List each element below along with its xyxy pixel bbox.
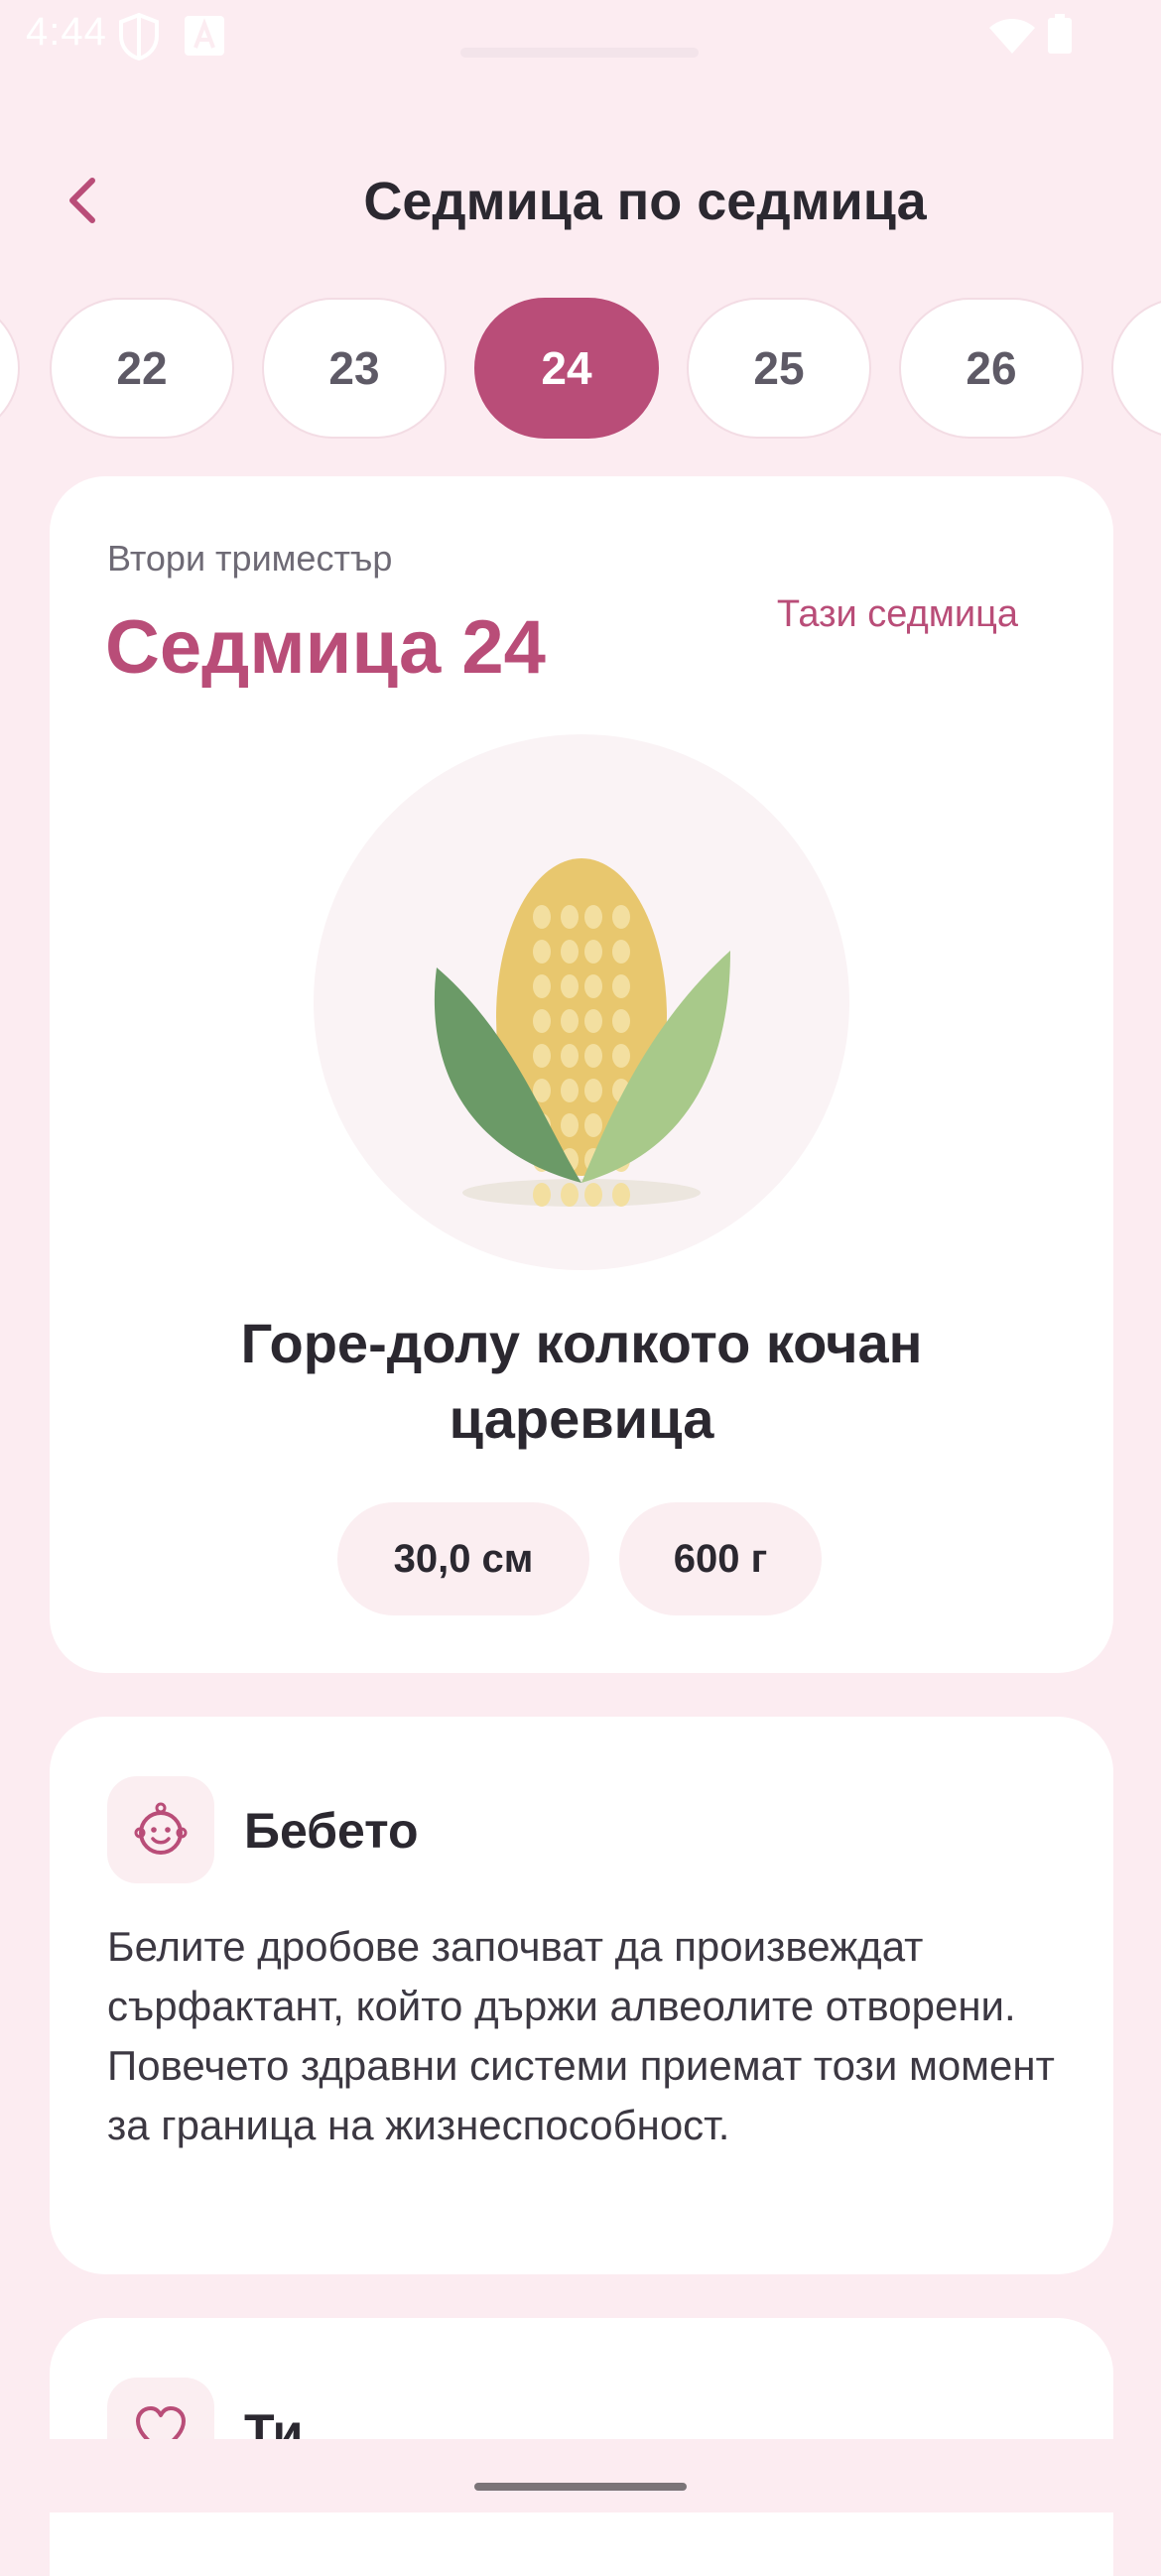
size-comparison-line: Горе-долу колкото кочан [240, 1312, 923, 1374]
navigation-bar [0, 2439, 1161, 2512]
corn-kernel [612, 974, 630, 998]
chevron-left-icon [69, 178, 95, 223]
corn-kernel [561, 905, 579, 929]
fruit-illustration-circle [314, 734, 849, 1270]
wifi-icon [989, 19, 1035, 54]
corn-kernel [561, 1183, 579, 1207]
back-button[interactable] [50, 163, 115, 238]
corn-kernel [561, 1079, 579, 1102]
corn-kernel [561, 974, 579, 998]
corn-kernel [612, 1009, 630, 1033]
corn-kernel [533, 1183, 551, 1207]
week-pill[interactable]: 27 [1111, 298, 1161, 439]
corn-kernel [561, 1113, 579, 1137]
corn-kernel [561, 1044, 579, 1068]
shield-icon [119, 12, 159, 62]
corn-kernel [533, 1009, 551, 1033]
status-notch [460, 48, 699, 58]
weight-chip: 600 г [619, 1502, 822, 1615]
corn-kernel [612, 1183, 630, 1207]
week-pill-selected[interactable]: 24 [474, 298, 659, 439]
corn-kernel [533, 940, 551, 964]
week-selector[interactable]: 21 22 23 24 25 26 27 [0, 298, 1161, 439]
corn-kernel [612, 905, 630, 929]
page-title: Седмица по седмица [363, 172, 927, 231]
baby-icon-box [107, 1776, 214, 1883]
corn-kernel [584, 1009, 602, 1033]
corn-kernel [584, 1044, 602, 1068]
week-heading: Седмица 24 [105, 605, 546, 690]
size-comparison-line: царевица [449, 1387, 714, 1450]
corn-kernel [533, 1044, 551, 1068]
week-pill[interactable]: 22 [50, 298, 234, 439]
a-letter-icon [185, 16, 224, 56]
corn-kernel [612, 1044, 630, 1068]
corn-kernel [533, 905, 551, 929]
corn-kernel [584, 905, 602, 929]
baby-section-card: Бебето Белите дробове започват да произв… [50, 1717, 1113, 2274]
baby-face-icon [134, 1802, 188, 1855]
week-pill[interactable]: 26 [899, 298, 1084, 439]
corn-kernel [561, 1009, 579, 1033]
corn-kernel [561, 940, 579, 964]
length-chip: 30,0 см [337, 1502, 589, 1615]
baby-section-body: Белите дробове започват да произвеждат с… [107, 1923, 1055, 2148]
week-pill[interactable]: 25 [687, 298, 871, 439]
home-indicator[interactable] [474, 2483, 687, 2491]
week-card: Втори триместър Седмица 24 Тази седмица … [50, 476, 1113, 1673]
corn-kernel [584, 1183, 602, 1207]
this-week-link[interactable]: Тази седмица [777, 593, 1018, 636]
size-comparison-text: Горе-долу колкото кочан царевица [109, 1306, 1054, 1457]
baby-section-title: Бебето [244, 1803, 419, 1859]
corn-kernel [533, 974, 551, 998]
status-bar: 4:44 [0, 0, 1161, 75]
corn-cob-icon [434, 858, 730, 1207]
corn-kernel [584, 1079, 602, 1102]
corn-kernel [584, 974, 602, 998]
corn-kernel [584, 940, 602, 964]
week-pill[interactable]: 23 [262, 298, 447, 439]
corn-kernel [612, 940, 630, 964]
corn-kernel [584, 1113, 602, 1137]
week-pill[interactable]: 21 [0, 298, 20, 439]
status-time: 4:44 [26, 10, 107, 54]
battery-icon [1048, 14, 1072, 54]
trimester-label: Втори триместър [107, 538, 393, 579]
